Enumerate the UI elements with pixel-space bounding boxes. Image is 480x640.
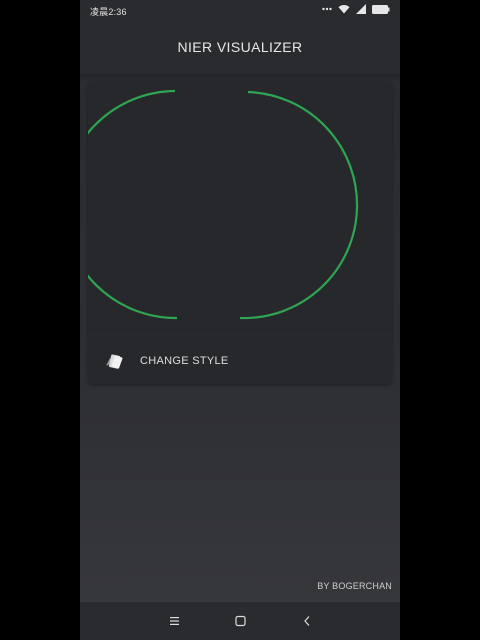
more-dots-icon	[322, 7, 332, 11]
visualizer-arc-left	[88, 89, 178, 320]
visualizer-card: CHANGE STYLE	[88, 82, 392, 384]
navigation-bar	[80, 602, 400, 640]
home-square-icon	[235, 615, 246, 627]
nav-back-button[interactable]	[297, 612, 317, 630]
cards-icon	[106, 354, 123, 369]
change-style-button[interactable]: CHANGE STYLE	[88, 340, 392, 384]
signal-icon	[356, 4, 366, 14]
nav-menu-button[interactable]	[164, 612, 184, 630]
status-icons	[322, 4, 390, 14]
back-chevron-icon	[304, 616, 310, 626]
app-bar: NIER VISUALIZER	[80, 20, 400, 74]
status-time: 凌晨2:36	[90, 7, 127, 17]
author-credit: BY BOGERCHAN	[317, 581, 392, 591]
change-style-label: CHANGE STYLE	[140, 355, 229, 367]
nier-visualizer	[88, 89, 359, 320]
visualizer-arc-right	[239, 90, 359, 320]
battery-icon	[372, 4, 390, 14]
menu-icon	[170, 617, 179, 625]
wifi-icon	[338, 5, 350, 14]
card-divider	[88, 334, 392, 335]
status-bar: 凌晨2:36	[80, 0, 400, 20]
phone-screen: 凌晨2:36 NIER VISUALIZER CHANGE STYLE BY B…	[80, 0, 400, 640]
nav-home-button[interactable]	[230, 612, 250, 630]
page-title: NIER VISUALIZER	[177, 39, 303, 55]
